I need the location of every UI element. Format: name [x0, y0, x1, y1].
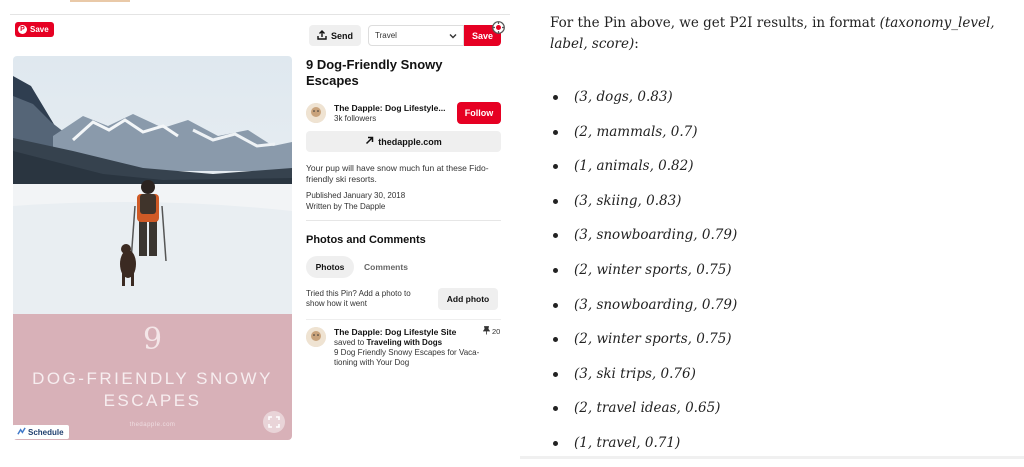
board-selected-value: Travel	[375, 31, 397, 40]
result-text: (2, mammals, 0.7)	[574, 123, 698, 140]
pin-image[interactable]: 9 DOG-FRIENDLY SNOWY ESCAPES thedapple.c…	[13, 56, 292, 440]
bullet-icon	[553, 406, 558, 412]
bullet-icon	[553, 267, 558, 273]
top-divider	[10, 14, 510, 15]
pinterest-logo-icon: P	[18, 25, 27, 34]
top-accent-line	[70, 0, 130, 2]
pushpin-icon	[482, 326, 491, 337]
result-text: (1, animals, 0.82)	[574, 158, 694, 175]
list-item: (1, travel, 0.71)	[550, 432, 737, 467]
list-item: (2, travel ideas, 0.65)	[550, 397, 737, 432]
title-line-1: DOG-FRIENDLY SNOWY	[32, 369, 273, 388]
chevron-down-icon	[449, 32, 457, 42]
send-button[interactable]: Send	[309, 25, 361, 46]
title-number: 9	[142, 322, 163, 357]
bullet-icon	[553, 302, 558, 308]
list-item: (1, animals, 0.82)	[550, 155, 737, 190]
result-text: (3, skiing, 0.83)	[574, 192, 682, 209]
list-item: (3, snowboarding, 0.79)	[550, 294, 737, 329]
list-item: (3, skiing, 0.83)	[550, 190, 737, 225]
pin-title: 9 Dog-Friendly Snowy Escapes	[306, 57, 443, 88]
pin-save-pill[interactable]: P Save	[15, 22, 54, 37]
expand-icon[interactable]	[263, 411, 285, 433]
pin-description: Your pup will have snow much fun at thes…	[306, 163, 489, 184]
bullet-icon	[553, 164, 558, 170]
link-label: thedapple.com	[378, 136, 442, 147]
schedule-label: Schedule	[28, 427, 64, 437]
tried-prompt: Tried this Pin? Add a photo to show how …	[306, 289, 411, 308]
save-pill-label: Save	[30, 25, 49, 34]
list-item: (3, snowboarding, 0.79)	[550, 224, 737, 259]
send-label: Send	[330, 30, 353, 41]
schedule-button[interactable]: Schedule	[12, 425, 69, 439]
expand-arrows	[268, 416, 280, 428]
saver-name[interactable]: The Dapple: Dog Lifestyle Site	[334, 327, 456, 337]
list-item: (3, dogs, 0.83)	[550, 86, 737, 121]
tab-photos[interactable]: Photos	[306, 256, 354, 278]
published-date: Published January 30, 2018	[306, 191, 406, 200]
follow-button[interactable]: Follow	[457, 102, 501, 124]
title-text: DOG-FRIENDLY SNOWY ESCAPES	[13, 368, 292, 412]
article-column: For the Pin above, we get P2I results, i…	[520, 0, 1024, 459]
bullet-icon	[553, 371, 558, 377]
saver-avatar[interactable]	[306, 327, 326, 347]
list-item: (2, winter sports, 0.75)	[550, 259, 737, 294]
winter-hiker-photo	[13, 56, 292, 314]
bullet-icon	[553, 129, 558, 135]
list-item: (2, winter sports, 0.75)	[550, 328, 737, 363]
result-text: (2, winter sports, 0.75)	[574, 331, 732, 348]
activity-description: 9 Dog Friendly Snowy Escapes for Vaca-ti…	[334, 348, 480, 367]
schedule-icon	[17, 427, 26, 438]
intro-prefix: For the Pin above, we get P2I results, i…	[550, 15, 880, 31]
result-text: (3, ski trips, 0.76)	[574, 365, 696, 382]
saved-to-line: saved to Traveling with Dogs	[334, 338, 442, 347]
crosshair-icon[interactable]	[492, 21, 505, 34]
follow-label: Follow	[464, 108, 494, 118]
photos-comments-heading: Photos and Comments	[306, 234, 426, 246]
activity-divider	[306, 319, 501, 320]
pin-count: 20	[482, 326, 501, 337]
result-text: (1, travel, 0.71)	[574, 434, 681, 451]
saved-to-prefix: saved to	[334, 338, 365, 347]
add-photo-button[interactable]: Add photo	[438, 288, 498, 310]
list-item: (3, ski trips, 0.76)	[550, 363, 737, 398]
bullet-icon	[553, 233, 558, 239]
result-text: (2, winter sports, 0.75)	[574, 261, 732, 278]
pin-count-value: 20	[492, 327, 501, 336]
creator-avatar[interactable]	[306, 103, 326, 123]
title-line-2: ESCAPES	[103, 391, 202, 410]
share-icon	[317, 29, 327, 42]
save-button-label: Save	[471, 30, 494, 41]
result-text: (3, snowboarding, 0.79)	[574, 296, 738, 313]
list-item: (2, mammals, 0.7)	[550, 121, 737, 156]
bullet-icon	[553, 337, 558, 343]
written-by: Written by The Dapple	[306, 202, 386, 211]
bullet-icon	[553, 198, 558, 204]
result-text: (2, travel ideas, 0.65)	[574, 400, 721, 417]
visit-link-button[interactable]: thedapple.com	[306, 131, 501, 152]
tab-comments[interactable]: Comments	[364, 262, 408, 272]
p2i-results-list: (3, dogs, 0.83) (2, mammals, 0.7) (1, an…	[550, 86, 737, 467]
bullet-icon	[553, 440, 558, 446]
external-arrow-icon	[365, 136, 374, 147]
article-intro: For the Pin above, we get P2I results, i…	[550, 13, 1020, 55]
bullet-icon	[553, 95, 558, 100]
creator-followers: 3k followers	[334, 114, 377, 123]
section-divider	[306, 220, 501, 221]
result-text: (3, dogs, 0.83)	[574, 89, 673, 105]
title-graphic: 9 DOG-FRIENDLY SNOWY ESCAPES thedapple.c…	[13, 314, 292, 440]
intro-suffix: :	[634, 36, 639, 52]
result-text: (3, snowboarding, 0.79)	[574, 227, 738, 244]
saved-board-link[interactable]: Traveling with Dogs	[366, 338, 442, 347]
creator-name[interactable]: The Dapple: Dog Lifestyle...	[334, 103, 454, 113]
board-dropdown[interactable]: Travel	[368, 25, 464, 46]
